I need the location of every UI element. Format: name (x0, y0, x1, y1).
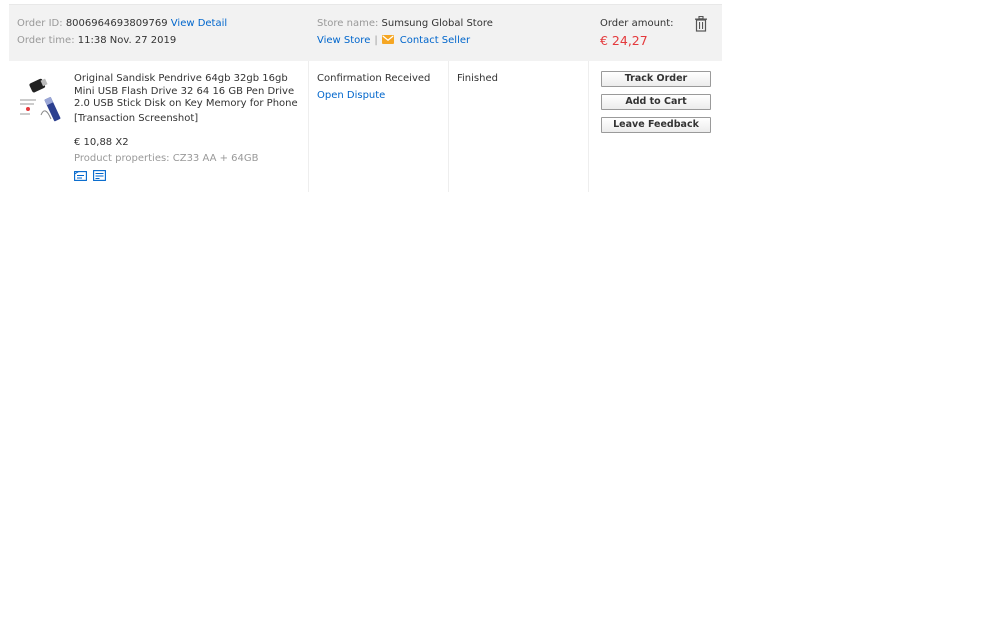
open-dispute-link[interactable]: Open Dispute (317, 90, 385, 102)
view-store-link[interactable]: View Store (317, 35, 370, 46)
order-card: Order ID: 8006964693809769 View Detail O… (9, 4, 722, 192)
column-divider (308, 61, 309, 192)
contact-seller-link[interactable]: Contact Seller (381, 35, 471, 46)
product-thumbnail[interactable] (17, 75, 63, 125)
trash-icon[interactable] (694, 16, 708, 32)
store-name-value: Sumsung Global Store (381, 18, 493, 29)
transaction-screenshot-link[interactable]: [Transaction Screenshot] (74, 113, 198, 125)
leave-feedback-button[interactable]: Leave Feedback (601, 117, 711, 133)
order-id-value: 8006964693809769 (65, 18, 168, 29)
properties-label: Product properties: (74, 153, 170, 164)
link-separator: | (374, 35, 378, 46)
order-id-line: Order ID: 8006964693809769 View Detail (17, 17, 227, 31)
column-divider (448, 61, 449, 192)
invoice-icon[interactable] (93, 170, 106, 181)
order-item-row: Original Sandisk Pendrive 64gb 32gb 16gb… (9, 61, 722, 192)
order-status: Finished (457, 73, 498, 84)
envelope-icon (381, 35, 394, 44)
order-header: Order ID: 8006964693809769 View Detail O… (9, 4, 722, 61)
order-time-line: Order time: 11:38 Nov. 27 2019 (17, 34, 176, 48)
view-detail-link[interactable]: View Detail (171, 18, 227, 29)
properties-value: CZ33 AA + 64GB (172, 153, 259, 164)
store-name-line: Store name: Sumsung Global Store (317, 17, 493, 31)
order-time-label: Order time: (17, 35, 75, 46)
snapshot-icon[interactable] (74, 170, 87, 181)
store-name-label: Store name: (317, 18, 379, 29)
product-properties: Product properties: CZ33 AA + 64GB (74, 153, 259, 165)
product-price: € 10,88 X2 (74, 137, 129, 148)
store-links-line: View Store | Contact Seller (317, 34, 470, 48)
order-time-value: 11:38 Nov. 27 2019 (77, 35, 177, 46)
order-id-label: Order ID: (17, 18, 63, 29)
item-status: Confirmation Received (317, 73, 431, 84)
contact-seller-label: Contact Seller (399, 35, 471, 46)
order-amount-value: € 24,27 (600, 33, 648, 48)
add-to-cart-button[interactable]: Add to Cart (601, 94, 711, 110)
column-divider (588, 61, 589, 192)
track-order-button[interactable]: Track Order (601, 71, 711, 87)
product-title-link[interactable]: Original Sandisk Pendrive 64gb 32gb 16gb… (74, 73, 306, 111)
order-amount-label: Order amount: (600, 18, 674, 29)
